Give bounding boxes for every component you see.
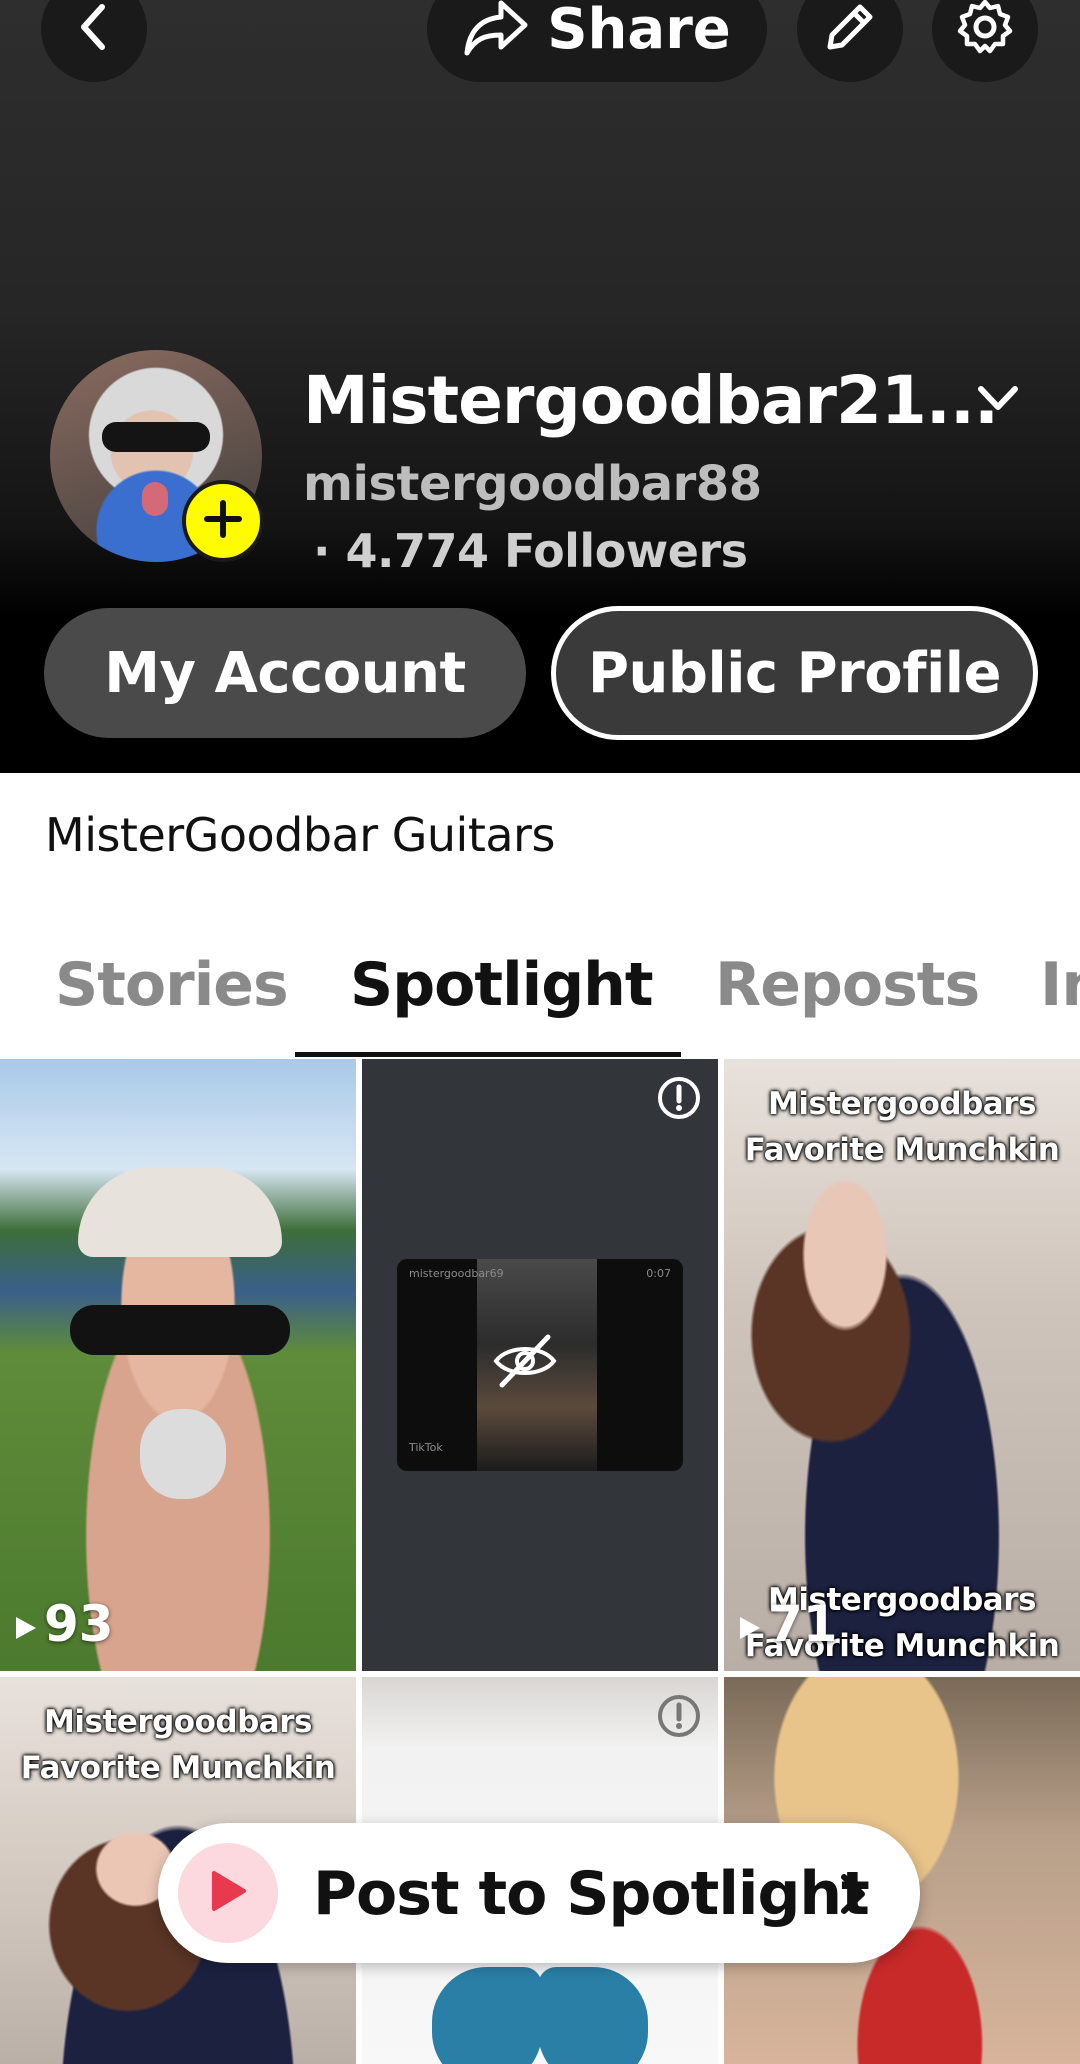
edit-button[interactable] xyxy=(797,0,903,82)
caption-line: Favorite Munchkin xyxy=(744,1132,1060,1168)
avatar-sunglasses xyxy=(102,422,210,452)
tab-spotlight[interactable]: Spotlight xyxy=(350,950,654,1020)
tile-photo-detail xyxy=(432,1967,542,2064)
tile-photo-detail xyxy=(140,1409,226,1499)
video-source: TikTok xyxy=(409,1441,443,1454)
chevron-right-icon xyxy=(838,1871,868,1921)
public-profile-button[interactable]: Public Profile xyxy=(551,606,1038,740)
share-label: Share xyxy=(547,0,731,62)
play-count: 93 xyxy=(14,1595,114,1653)
caption-line: Mistergoodbars xyxy=(768,1086,1036,1122)
post-to-spotlight-button[interactable]: Post to Spotlight xyxy=(158,1823,920,1963)
display-name: Mistergoodbar21... xyxy=(303,362,999,439)
tab-in[interactable]: In xyxy=(1040,950,1080,1020)
play-triangle-icon xyxy=(14,1595,38,1653)
tile-caption-top: Mistergoodbars Favorite Munchkin xyxy=(724,1081,1080,1173)
caption-line: Favorite Munchkin xyxy=(20,1750,336,1786)
pencil-icon xyxy=(824,1,876,57)
play-icon xyxy=(208,1869,248,1917)
cta-label: Post to Spotlight xyxy=(313,1859,870,1929)
plus-icon xyxy=(201,497,245,545)
add-story-button[interactable] xyxy=(182,480,264,562)
video-watermark: mistergoodbar69 xyxy=(409,1267,504,1280)
spotlight-tile[interactable]: Mistergoodbars Favorite Munchkin Misterg… xyxy=(724,1059,1080,1671)
spotlight-tile[interactable]: mistergoodbar69 0:07 TikTok xyxy=(362,1059,718,1671)
spotlight-play-icon-badge xyxy=(178,1843,278,1943)
chevron-left-icon xyxy=(74,1,114,57)
tile-photo-detail xyxy=(538,1967,648,2064)
my-account-button[interactable]: My Account xyxy=(44,608,526,738)
active-tab-indicator xyxy=(295,1052,681,1057)
spotlight-tile[interactable]: 93 xyxy=(0,1059,356,1671)
followers-count[interactable]: · 4.774 Followers xyxy=(313,524,748,578)
avatar-tongue xyxy=(142,482,168,516)
username: mistergoodbar88 xyxy=(303,456,762,512)
play-count-value: 93 xyxy=(44,1595,114,1653)
tile-caption-top: Mistergoodbars Favorite Munchkin xyxy=(0,1699,356,1791)
tab-reposts[interactable]: Reposts xyxy=(715,950,980,1020)
share-arrow-icon xyxy=(463,0,529,61)
tile-photo-detail xyxy=(78,1167,282,1257)
caption-line: Mistergoodbars xyxy=(44,1704,312,1740)
settings-button[interactable] xyxy=(932,0,1038,82)
alert-icon[interactable] xyxy=(656,1075,702,1125)
back-button[interactable] xyxy=(41,0,147,82)
share-button[interactable]: Share xyxy=(427,0,767,82)
profile-header: Share Mistergoodbar21... mistergoodbar88… xyxy=(0,0,1080,773)
profile-bio: MisterGoodbar Guitars xyxy=(45,808,555,862)
video-duration: 0:07 xyxy=(646,1267,671,1280)
eye-off-icon xyxy=(492,1331,558,1395)
tab-stories[interactable]: Stories xyxy=(55,950,289,1020)
play-count-value: 71 xyxy=(768,1595,838,1653)
gear-icon xyxy=(956,0,1014,60)
chevron-down-icon[interactable] xyxy=(975,383,1021,417)
profile-tabs: Stories Spotlight Reposts In xyxy=(0,940,1080,1056)
tile-photo-detail xyxy=(70,1305,290,1355)
play-triangle-icon xyxy=(738,1595,762,1653)
alert-icon[interactable] xyxy=(656,1693,702,1743)
play-count: 71 xyxy=(738,1595,838,1653)
